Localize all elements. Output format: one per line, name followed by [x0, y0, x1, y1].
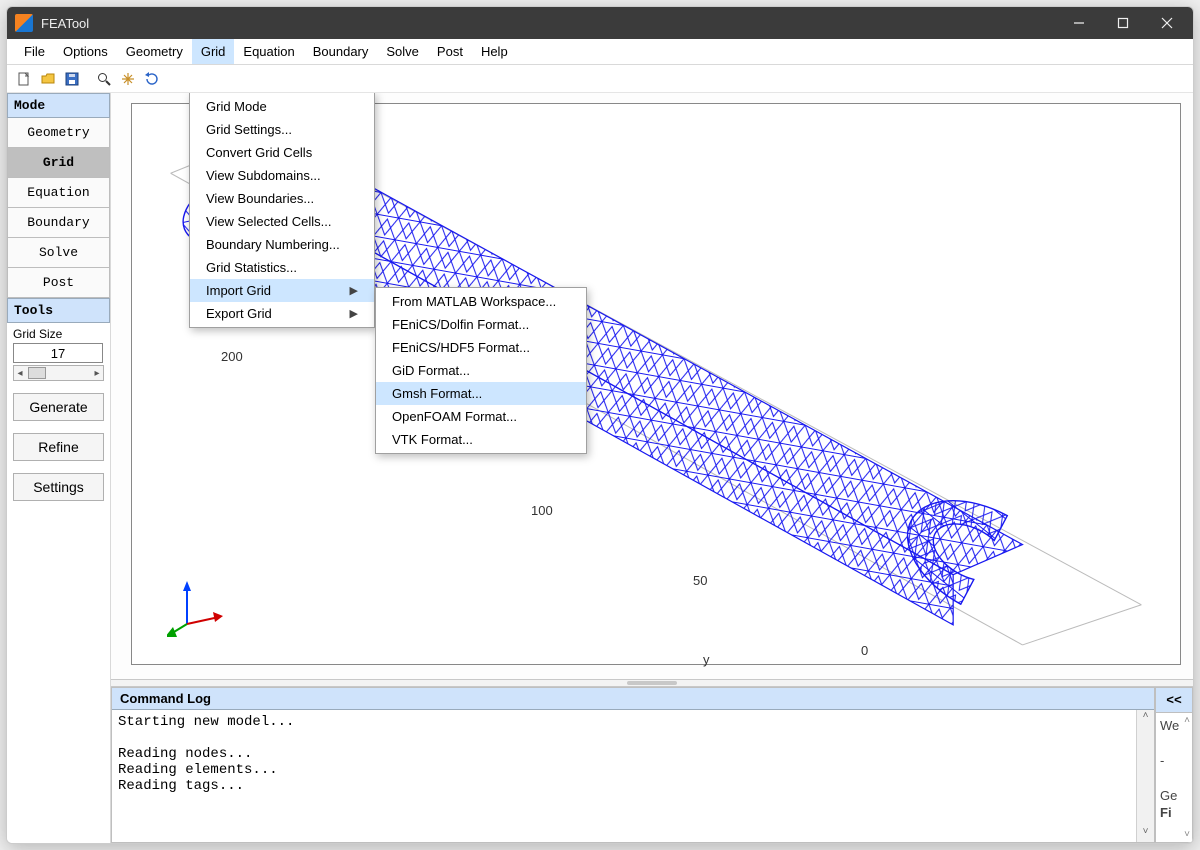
menu-view-selected-cells[interactable]: View Selected Cells...: [190, 210, 374, 233]
pan-icon[interactable]: [117, 68, 139, 90]
menu-convert-grid-cells[interactable]: Convert Grid Cells: [190, 141, 374, 164]
tick-0: 0: [861, 643, 868, 658]
tick-50: 50: [693, 573, 707, 588]
submenu-openfoam[interactable]: OpenFOAM Format...: [376, 405, 586, 428]
collapse-button[interactable]: <<: [1155, 687, 1193, 713]
menu-grid[interactable]: Grid: [192, 39, 235, 64]
rlist-item[interactable]: Ge: [1158, 787, 1190, 804]
submenu-fenics-dolfin[interactable]: FEniCS/Dolfin Format...: [376, 313, 586, 336]
open-file-icon[interactable]: [37, 68, 59, 90]
submenu-from-matlab[interactable]: From MATLAB Workspace...: [376, 290, 586, 313]
rlist-item[interactable]: -: [1158, 752, 1190, 769]
import-grid-submenu: From MATLAB Workspace... FEniCS/Dolfin F…: [375, 287, 587, 454]
grid-size-input[interactable]: [13, 343, 103, 363]
window-title: FEATool: [41, 16, 1057, 31]
menu-options[interactable]: Options: [54, 39, 117, 64]
menu-grid-mode[interactable]: Grid Mode: [190, 95, 374, 118]
axis-label-y: y: [703, 652, 710, 667]
menu-boundary-numbering[interactable]: Boundary Numbering...: [190, 233, 374, 256]
menu-view-boundaries[interactable]: View Boundaries...: [190, 187, 374, 210]
grid-dropdown: Grid Mode Grid Settings... Convert Grid …: [189, 93, 375, 328]
maximize-button[interactable]: [1101, 7, 1145, 39]
menu-export-grid[interactable]: Export Grid▶: [190, 302, 374, 325]
submenu-gid[interactable]: GiD Format...: [376, 359, 586, 382]
menu-file[interactable]: File: [15, 39, 54, 64]
generate-button[interactable]: Generate: [13, 393, 104, 421]
sidebar-tab-geometry[interactable]: Geometry: [7, 118, 110, 148]
new-file-icon[interactable]: [13, 68, 35, 90]
zoom-icon[interactable]: [93, 68, 115, 90]
menu-view-subdomains[interactable]: View Subdomains...: [190, 164, 374, 187]
sidebar-tab-post[interactable]: Post: [7, 268, 110, 298]
sidebar-tab-boundary[interactable]: Boundary: [7, 208, 110, 238]
menu-import-grid[interactable]: Import Grid▶: [190, 279, 374, 302]
orientation-triad-icon: [167, 579, 227, 639]
tick-200: 200: [221, 349, 243, 364]
settings-button[interactable]: Settings: [13, 473, 104, 501]
save-icon[interactable]: [61, 68, 83, 90]
chevron-right-icon: ▶: [350, 284, 358, 297]
toolbar: [7, 65, 1193, 93]
submenu-gmsh[interactable]: Gmsh Format...: [376, 382, 586, 405]
command-log-header: Command Log: [120, 691, 211, 706]
grid-size-slider[interactable]: ◂▸: [13, 365, 104, 381]
menu-grid-statistics[interactable]: Grid Statistics...: [190, 256, 374, 279]
command-log-body[interactable]: Starting new model... Reading nodes... R…: [112, 710, 1136, 842]
menu-help[interactable]: Help: [472, 39, 517, 64]
grid-size-label: Grid Size: [7, 323, 110, 343]
submenu-fenics-hdf5[interactable]: FEniCS/HDF5 Format...: [376, 336, 586, 359]
sidebar-tab-solve[interactable]: Solve: [7, 238, 110, 268]
menu-boundary[interactable]: Boundary: [304, 39, 378, 64]
titlebar: FEATool: [7, 7, 1193, 39]
sidebar-tab-equation[interactable]: Equation: [7, 178, 110, 208]
sidebar: Mode Geometry Grid Equation Boundary Sol…: [7, 93, 111, 843]
menu-solve[interactable]: Solve: [377, 39, 428, 64]
mode-header: Mode: [7, 93, 110, 118]
viewport[interactable]: 200 150 100 50 0 y Grid Mode: [111, 93, 1193, 679]
log-scrollbar[interactable]: ˄˅: [1136, 710, 1154, 842]
rlist-item[interactable]: Fi: [1158, 804, 1190, 821]
chevron-right-icon: ▶: [350, 307, 358, 320]
right-list[interactable]: ˄ We - Ge Fi ˅: [1155, 713, 1193, 843]
menu-post[interactable]: Post: [428, 39, 472, 64]
submenu-vtk[interactable]: VTK Format...: [376, 428, 586, 451]
app-icon: [15, 14, 33, 32]
close-button[interactable]: [1145, 7, 1189, 39]
refine-button[interactable]: Refine: [13, 433, 104, 461]
tick-100: 100: [531, 503, 553, 518]
horizontal-splitter[interactable]: [111, 679, 1193, 687]
menubar: File Options Geometry Grid Equation Boun…: [7, 39, 1193, 65]
tools-header: Tools: [7, 298, 110, 323]
sidebar-tab-grid[interactable]: Grid: [7, 148, 110, 178]
menu-geometry[interactable]: Geometry: [117, 39, 192, 64]
menu-equation[interactable]: Equation: [234, 39, 303, 64]
command-log-panel: Command Log Starting new model... Readin…: [111, 687, 1155, 843]
menu-grid-settings[interactable]: Grid Settings...: [190, 118, 374, 141]
minimize-button[interactable]: [1057, 7, 1101, 39]
rotate-icon[interactable]: [141, 68, 163, 90]
